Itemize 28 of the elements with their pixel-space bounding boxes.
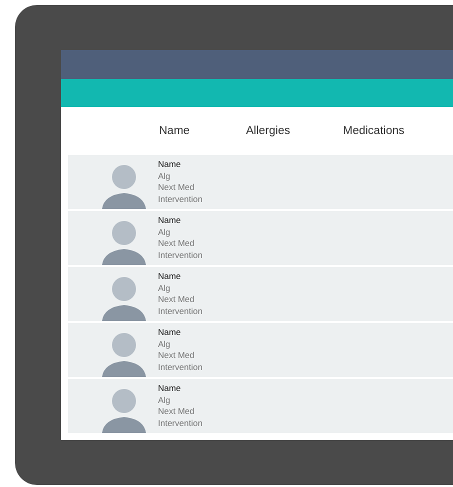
allergies-text: Alg: [158, 170, 172, 182]
patient-name: Name: [158, 383, 182, 394]
allergies-text: Alg: [158, 282, 172, 294]
intervention-text: Intervention: [158, 250, 202, 261]
patient-name: Name: [158, 271, 182, 282]
allergies-text: Alg: [158, 226, 172, 238]
patient-row[interactable]: Name Alg Next Med Intervention: [68, 323, 453, 377]
intervention-text: Intervention: [158, 362, 202, 373]
allergies-text: Alg: [158, 394, 172, 406]
column-header: Allergies: [246, 125, 292, 137]
intervention-text: Intervention: [158, 418, 202, 429]
allergies-text: Alg: [158, 338, 172, 350]
patient-row[interactable]: Name Alg Next Med Intervention: [68, 267, 453, 321]
patient-name: Name: [158, 159, 182, 170]
patient-row[interactable]: Name Alg Next Med Intervention: [68, 155, 453, 209]
next-med-text: Next Med: [158, 406, 196, 418]
intervention-text: Intervention: [158, 306, 202, 317]
column-header: Medications: [343, 125, 404, 137]
column-header: Name: [159, 125, 191, 137]
next-med-text: Next Med: [158, 238, 196, 250]
next-med-text: Next Med: [158, 350, 196, 362]
intervention-text: Intervention: [158, 194, 202, 205]
patient-row[interactable]: Name Alg Next Med Intervention: [68, 379, 453, 433]
next-med-text: Next Med: [158, 182, 196, 194]
patient-name: Name: [158, 215, 182, 226]
next-med-text: Next Med: [158, 294, 196, 306]
patient-name: Name: [158, 327, 182, 338]
patient-row[interactable]: Name Alg Next Med Intervention: [68, 211, 453, 265]
